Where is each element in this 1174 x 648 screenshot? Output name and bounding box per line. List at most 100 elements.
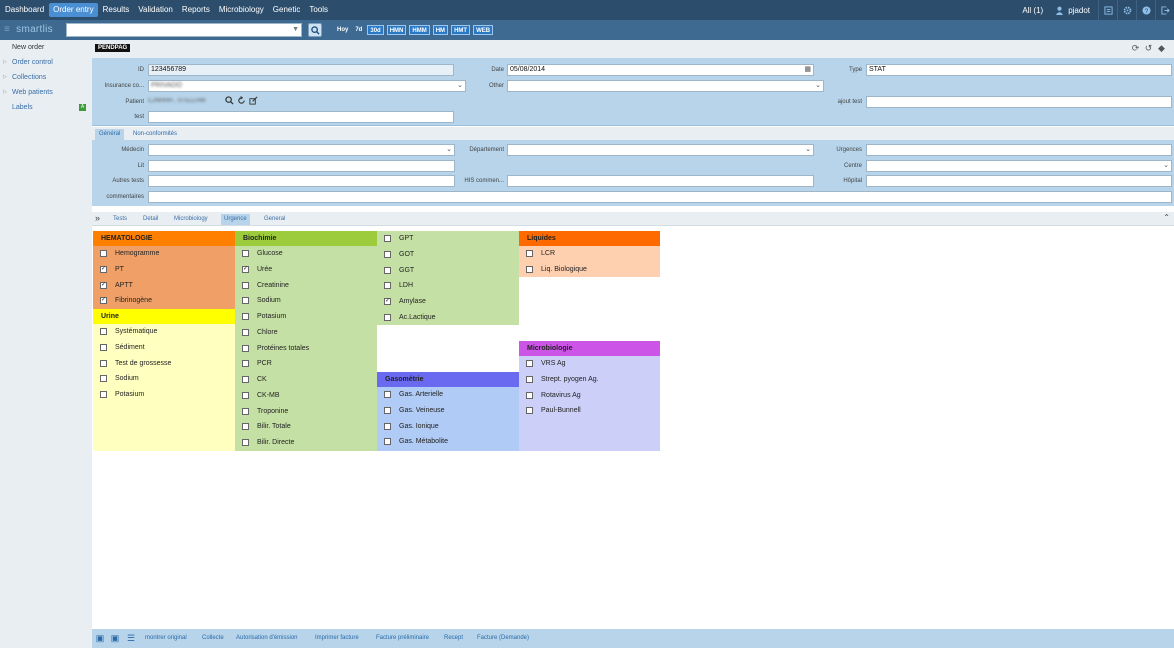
test-item[interactable]: Strept. pyogen Ag.	[519, 372, 660, 388]
test-item[interactable]: ✓ PT	[93, 262, 235, 278]
test-checkbox[interactable]	[100, 250, 107, 257]
save-as-icon[interactable]: ▣	[110, 633, 120, 643]
test-item[interactable]: Bilir. Directe	[235, 435, 377, 451]
test-checkbox[interactable]: ✓	[100, 265, 107, 273]
medecin-select[interactable]: ⌄	[148, 144, 455, 156]
test-checkbox[interactable]	[384, 266, 391, 274]
test-item[interactable]: Systématique	[93, 324, 235, 340]
test-item[interactable]: Gas. Métabolite	[377, 434, 519, 450]
show-original-link[interactable]: montrer original	[145, 635, 187, 641]
test-checkbox[interactable]	[526, 265, 533, 273]
test-item[interactable]: Paul-Bunnell	[519, 403, 660, 419]
notes-icon[interactable]	[1098, 0, 1117, 20]
test-checkbox[interactable]	[242, 281, 249, 289]
test-item[interactable]: Rotavirus Ag	[519, 388, 660, 404]
test-checkbox[interactable]	[100, 343, 107, 351]
menu-validation[interactable]: Validation	[134, 3, 177, 17]
tab-urgence[interactable]: Urgence	[221, 214, 250, 225]
expand-icon[interactable]: »	[95, 213, 100, 223]
tab-general-tests[interactable]: General	[261, 214, 288, 225]
test-item[interactable]: ✓ Fibrinogène	[93, 293, 235, 309]
test-checkbox[interactable]	[384, 391, 391, 398]
test-item[interactable]: CK	[235, 372, 377, 388]
date-field[interactable]: 05/08/2014 ▦	[507, 64, 814, 76]
search-button[interactable]	[308, 23, 322, 37]
test-item[interactable]: LDH	[377, 278, 519, 294]
id-field[interactable]: 123456789	[148, 64, 454, 76]
test-item[interactable]: ✓ Urée	[235, 262, 377, 278]
test-item[interactable]: Sodium	[235, 293, 377, 309]
collapse-icon[interactable]: ⌃	[1163, 213, 1170, 222]
test-item[interactable]: Sédiment	[93, 340, 235, 356]
invoice-demand-link[interactable]: Facture (Demande)	[477, 635, 529, 641]
departement-select[interactable]: ⌄	[507, 144, 814, 156]
sidebar-item-new-order[interactable]: New order	[0, 40, 92, 55]
authorization-link[interactable]: Autorisation d'émission	[236, 635, 298, 641]
test-item[interactable]: Chlore	[235, 325, 377, 341]
search-input[interactable]: ▼	[66, 23, 302, 37]
test-item[interactable]: Gas. Ionique	[377, 419, 519, 435]
test-checkbox[interactable]	[526, 407, 533, 415]
test-item[interactable]: Protéines totales	[235, 341, 377, 357]
test-item[interactable]: VRS Ag	[519, 356, 660, 372]
test-item[interactable]: Potasium	[93, 387, 235, 403]
list-icon[interactable]: ☰	[126, 633, 136, 643]
test-item[interactable]: ✓ APTT	[93, 278, 235, 294]
sidebar-item-web-patients[interactable]: ▷ Web patients	[0, 85, 92, 100]
tab-general[interactable]: Général	[95, 129, 125, 140]
test-item[interactable]: GOT	[377, 247, 519, 263]
test-checkbox[interactable]	[384, 282, 391, 290]
test-checkbox[interactable]	[384, 406, 391, 414]
chevron-down-icon[interactable]: ⌄	[1163, 161, 1169, 171]
test-item[interactable]: Creatinine	[235, 278, 377, 294]
his-comment-field[interactable]	[507, 175, 814, 187]
search-icon[interactable]	[225, 96, 234, 105]
chevron-down-icon[interactable]: ⌄	[805, 145, 811, 155]
test-checkbox[interactable]	[242, 407, 249, 415]
test-checkbox[interactable]	[242, 328, 249, 336]
tab-tests[interactable]: Tests	[110, 214, 130, 225]
test-checkbox[interactable]	[526, 250, 533, 257]
test-checkbox[interactable]	[242, 297, 249, 305]
menu-order-entry[interactable]: Order entry	[49, 3, 98, 17]
tab-non-conformites[interactable]: Non-conformités	[129, 129, 181, 140]
sidebar-item-labels[interactable]: Labels A	[0, 100, 92, 115]
filter-hmt[interactable]: HMT	[451, 25, 471, 35]
test-checkbox[interactable]	[526, 360, 533, 367]
centre-select[interactable]: ⌄	[866, 160, 1172, 172]
test-item[interactable]: Glucose	[235, 246, 377, 262]
help-icon[interactable]: ?	[1136, 0, 1155, 20]
menu-dashboard[interactable]: Dashboard	[1, 3, 48, 17]
preliminary-invoice-link[interactable]: Facture préliminaire	[376, 635, 429, 641]
test-checkbox[interactable]	[242, 376, 249, 383]
gear-icon[interactable]	[1117, 0, 1136, 20]
urgences-field[interactable]	[866, 144, 1172, 156]
menu-tools[interactable]: Tools	[305, 3, 332, 17]
test-item[interactable]: Potasium	[235, 309, 377, 325]
tab-detail[interactable]: Detail	[140, 214, 161, 225]
filter-30d[interactable]: 30d	[367, 25, 384, 35]
ajout-test-field[interactable]	[866, 96, 1172, 108]
test-checkbox[interactable]	[526, 391, 533, 399]
test-checkbox[interactable]	[100, 359, 107, 367]
filter-hmn[interactable]: HMN	[386, 25, 407, 35]
filter-web[interactable]: WEB	[473, 25, 494, 35]
test-checkbox[interactable]	[100, 328, 107, 335]
filter-hoy[interactable]: Hoy	[335, 25, 350, 35]
test-item[interactable]: GPT	[377, 231, 519, 247]
save-icon[interactable]: ▣	[95, 633, 105, 643]
filter-hm[interactable]: HM	[432, 25, 449, 35]
menu-microbiology[interactable]: Microbiology	[215, 3, 268, 17]
lit-field[interactable]	[148, 160, 455, 172]
autres-tests-field[interactable]	[148, 175, 455, 187]
edit-icon[interactable]	[249, 96, 258, 105]
user-menu[interactable]: pjadot	[1055, 6, 1090, 15]
test-checkbox[interactable]: ✓	[242, 265, 249, 273]
test-item[interactable]: LCR	[519, 246, 660, 262]
test-checkbox[interactable]: ✓	[384, 298, 391, 305]
test-item[interactable]: Ac.Lactique	[377, 310, 519, 326]
test-item[interactable]: Test de grossesse	[93, 356, 235, 372]
test-checkbox[interactable]: ✓	[100, 281, 107, 289]
refresh-icon[interactable]	[237, 96, 246, 105]
chevron-down-icon[interactable]: ⌄	[457, 81, 463, 91]
